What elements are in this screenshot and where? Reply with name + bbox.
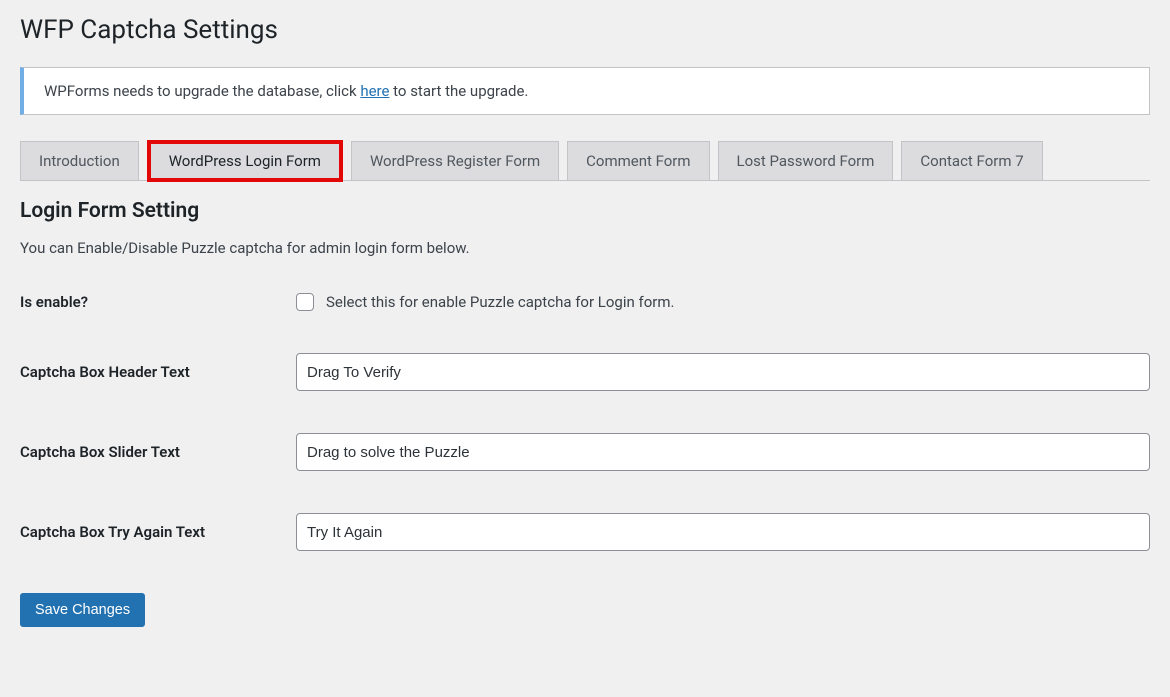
- page-title: WFP Captcha Settings: [20, 15, 1150, 45]
- is-enable-label: Is enable?: [20, 293, 296, 353]
- notice-text-before: WPForms needs to upgrade the database, c…: [44, 82, 360, 100]
- tab-lost-password-form[interactable]: Lost Password Form: [718, 141, 894, 181]
- notice-text-after: to start the upgrade.: [389, 82, 528, 100]
- section-description: You can Enable/Disable Puzzle captcha fo…: [20, 239, 1150, 257]
- tab-comment-form[interactable]: Comment Form: [567, 141, 709, 181]
- tab-introduction[interactable]: Introduction: [20, 141, 139, 181]
- notice-upgrade-link[interactable]: here: [360, 82, 389, 100]
- slider-text-label: Captcha Box Slider Text: [20, 433, 296, 513]
- slider-text-input[interactable]: [296, 433, 1150, 471]
- tab-contact-form-7[interactable]: Contact Form 7: [901, 141, 1042, 181]
- is-enable-checkbox[interactable]: [296, 293, 314, 311]
- header-text-input[interactable]: [296, 353, 1150, 391]
- save-changes-button[interactable]: Save Changes: [20, 593, 145, 627]
- is-enable-checkbox-label: Select this for enable Puzzle captcha fo…: [326, 293, 674, 311]
- tabs-wrapper: Introduction WordPress Login Form WordPr…: [20, 139, 1150, 181]
- try-again-text-label: Captcha Box Try Again Text: [20, 513, 296, 593]
- tab-wordpress-login-form[interactable]: WordPress Login Form: [147, 140, 343, 182]
- upgrade-notice: WPForms needs to upgrade the database, c…: [20, 67, 1150, 115]
- section-title: Login Form Setting: [20, 199, 1150, 223]
- settings-form-table: Is enable? Select this for enable Puzzle…: [20, 293, 1150, 593]
- try-again-text-input[interactable]: [296, 513, 1150, 551]
- header-text-label: Captcha Box Header Text: [20, 353, 296, 433]
- tab-wordpress-register-form[interactable]: WordPress Register Form: [351, 141, 559, 181]
